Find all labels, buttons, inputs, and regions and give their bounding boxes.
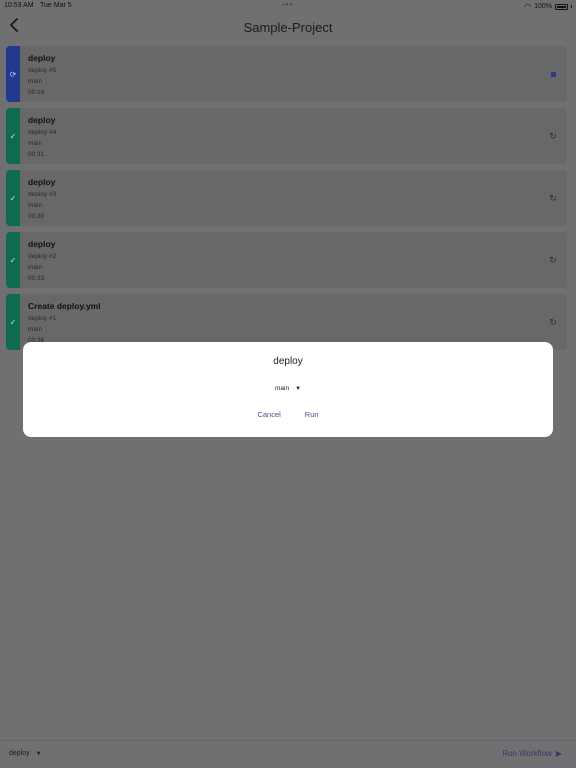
checkmark-icon: ✓ <box>9 193 17 203</box>
rerun-icon: ↻ <box>549 317 557 327</box>
status-indicators: ◠ 100% <box>524 2 572 11</box>
caret-down-icon: ▼ <box>35 750 42 757</box>
run-title: Create deploy.yml <box>28 301 101 311</box>
play-icon: ▶ <box>555 749 562 758</box>
run-card[interactable]: ✓ deploy deploy #2 main 00:33 ↻ <box>6 232 567 288</box>
run-duration: 00:36 <box>28 213 45 220</box>
battery-percent: 100% <box>534 3 552 10</box>
page-title: Sample-Project <box>243 20 333 35</box>
status-bar: 10:53 AM Tue Mar 5 ••• ◠ 100% <box>0 0 576 12</box>
run-title: deploy <box>28 239 56 249</box>
run-status-strip: ✓ <box>6 170 20 226</box>
branch-select-value: main <box>274 385 290 392</box>
rerun-button[interactable]: ↻ <box>547 130 559 142</box>
cancel-button[interactable]: Cancel <box>257 410 280 419</box>
run-card[interactable]: ✓ deploy deploy #4 main 00:31 ↻ <box>6 108 567 164</box>
run-branch: main <box>28 264 43 271</box>
run-card[interactable]: ⟳ deploy deploy #5 main 00:18 <box>6 46 567 102</box>
wifi-icon: ◠ <box>524 2 532 11</box>
stop-run-button[interactable] <box>547 68 559 80</box>
run-duration: 00:18 <box>28 89 45 96</box>
run-number: deploy #4 <box>28 129 57 136</box>
run-workflow-dialog: deploy main ▼ Cancel Run <box>23 342 553 437</box>
run-duration: 00:33 <box>28 275 45 282</box>
status-time: 10:53 AM <box>4 2 34 9</box>
rerun-button[interactable]: ↻ <box>547 192 559 204</box>
run-branch: main <box>28 202 43 209</box>
bottom-toolbar: deploy ▼ Run Workflow ▶ <box>0 740 576 768</box>
workflow-select-value: deploy <box>9 750 30 757</box>
run-button[interactable]: Run <box>305 410 319 419</box>
workflow-runs-list: ⟳ deploy deploy #5 main 00:18 ✓ deploy d… <box>6 46 567 356</box>
rerun-icon: ↻ <box>549 131 557 141</box>
run-number: deploy #3 <box>28 191 57 198</box>
rerun-icon: ↻ <box>549 193 557 203</box>
rerun-button[interactable]: ↻ <box>547 254 559 266</box>
rerun-button[interactable]: ↻ <box>547 316 559 328</box>
multitasking-dots-icon[interactable]: ••• <box>282 0 293 9</box>
status-date: Tue Mar 5 <box>40 2 72 9</box>
checkmark-icon: ✓ <box>9 131 17 141</box>
run-card[interactable]: ✓ deploy deploy #3 main 00:36 ↻ <box>6 170 567 226</box>
run-number: deploy #5 <box>28 67 57 74</box>
stop-icon <box>550 72 556 77</box>
run-number: deploy #2 <box>28 253 57 260</box>
run-number: deploy #1 <box>28 315 57 322</box>
workflow-select[interactable]: deploy ▼ <box>9 750 42 757</box>
caret-down-icon: ▼ <box>295 386 302 392</box>
run-duration: 00:31 <box>28 151 45 158</box>
run-workflow-label: Run Workflow <box>502 749 552 758</box>
run-status-strip: ✓ <box>6 108 20 164</box>
dialog-title: deploy <box>273 356 303 367</box>
run-title: deploy <box>28 177 56 187</box>
run-branch: main <box>28 326 43 333</box>
run-status-strip: ✓ <box>6 232 20 288</box>
run-branch: main <box>28 140 43 147</box>
run-title: deploy <box>28 115 56 125</box>
checkmark-icon: ✓ <box>9 317 17 327</box>
dialog-actions: Cancel Run <box>23 410 553 419</box>
run-title: deploy <box>28 53 56 63</box>
rerun-icon: ↻ <box>549 255 557 265</box>
run-workflow-button[interactable]: Run Workflow ▶ <box>502 749 562 758</box>
navigation-bar: Sample-Project <box>0 14 576 40</box>
running-sync-icon: ⟳ <box>9 69 17 79</box>
battery-icon <box>555 3 568 10</box>
run-status-strip: ✓ <box>6 294 20 350</box>
checkmark-icon: ✓ <box>9 255 17 265</box>
branch-select[interactable]: main ▼ <box>23 385 553 392</box>
run-status-strip: ⟳ <box>6 46 20 102</box>
run-branch: main <box>28 78 43 85</box>
